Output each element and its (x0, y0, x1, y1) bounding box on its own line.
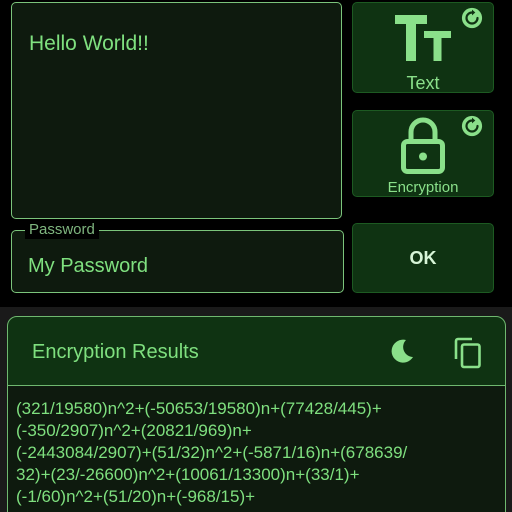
results-output-text: (321/19580)n^2+(-50653/19580)n+(77428/44… (16, 399, 408, 506)
encryption-mode-label: Encryption (387, 179, 459, 196)
password-input-value: My Password (28, 255, 149, 277)
text-size-icon (395, 15, 451, 61)
message-text: Hello World!! (29, 32, 149, 55)
copy-icon[interactable] (454, 337, 482, 369)
results-body: (321/19580)n^2+(-50653/19580)n+(77428/44… (8, 385, 505, 512)
message-text-area[interactable]: Hello World!! (11, 2, 342, 219)
password-field-label: Password (25, 221, 99, 239)
encryption-mode-button[interactable]: Encryption (352, 110, 494, 197)
text-mode-button[interactable]: Text (352, 2, 494, 93)
dark-mode-icon[interactable] (388, 337, 416, 365)
results-header: Encryption Results (8, 317, 505, 385)
text-mode-label: Text (406, 73, 440, 93)
reset-icon[interactable] (461, 115, 483, 137)
reset-icon[interactable] (461, 7, 483, 29)
ok-button[interactable]: OK (352, 223, 494, 293)
app-root: Hello World!! Text Encryption Password M… (0, 0, 512, 512)
encryption-results-panel: Encryption Results (321/19580)n^2+(-5065… (7, 316, 506, 512)
results-title: Encryption Results (32, 341, 199, 363)
lock-icon (401, 117, 445, 174)
password-field[interactable]: Password My Password (11, 221, 344, 293)
